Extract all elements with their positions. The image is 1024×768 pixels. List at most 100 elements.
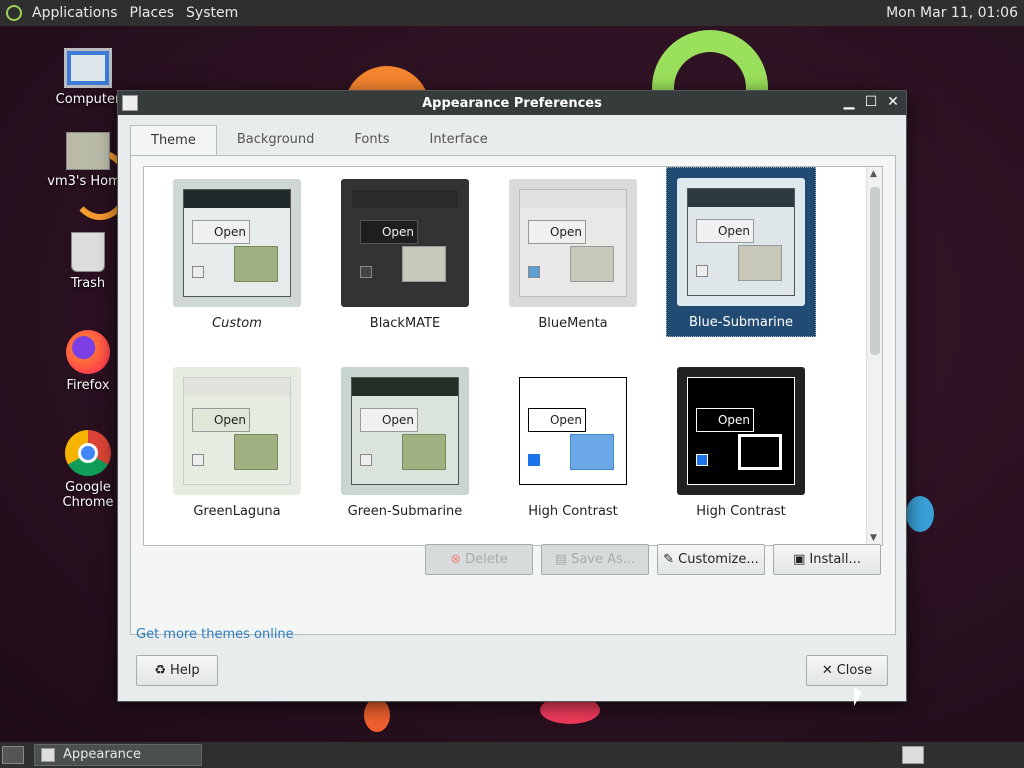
checkbox-icon xyxy=(192,266,204,278)
theme-item-greenlaguna[interactable]: Open GreenLaguna xyxy=(162,357,312,527)
tab-theme[interactable]: Theme xyxy=(130,125,217,156)
desktop-icon-label: Google Chrome xyxy=(62,480,114,510)
theme-label: Blue-Submarine xyxy=(688,315,794,330)
firefox-icon xyxy=(66,330,110,374)
show-desktop-icon[interactable] xyxy=(2,746,24,764)
save-as-label: Save As... xyxy=(571,552,636,567)
theme-preview-titlebar xyxy=(688,189,794,207)
theme-preview-window: Open xyxy=(687,377,795,485)
theme-thumbnail: Open xyxy=(173,179,301,307)
desktop-icon-label: Firefox xyxy=(66,378,110,393)
computer-icon xyxy=(64,48,112,88)
theme-preview-button: Open xyxy=(360,408,418,432)
folder-icon xyxy=(402,246,446,282)
trash-icon xyxy=(71,232,105,272)
mate-logo-icon[interactable] xyxy=(6,5,22,21)
taskbar-item-label: Appearance Prefere... xyxy=(63,747,142,768)
theme-preview-button: Open xyxy=(192,220,250,244)
save-as-button[interactable]: ▤ Save As... xyxy=(541,544,649,575)
get-more-themes-link[interactable]: Get more themes online xyxy=(136,627,294,642)
menu-applications[interactable]: Applications xyxy=(26,5,124,21)
clock[interactable]: Mon Mar 11, 01:06 xyxy=(886,5,1018,21)
theme-preview-window: Open xyxy=(519,377,627,485)
install-button[interactable]: ▣ Install... xyxy=(773,544,881,575)
folder-icon xyxy=(738,245,782,281)
theme-tab-panel: Open Custom Open BlackMATE Open BlueMent… xyxy=(130,155,896,635)
theme-preview-titlebar xyxy=(520,190,626,208)
chrome-icon-center xyxy=(78,443,98,463)
window-titlebar[interactable]: Appearance Preferences ▁ ☐ ✕ xyxy=(118,91,906,115)
appearance-app-icon xyxy=(122,95,138,111)
chrome-icon xyxy=(65,430,111,476)
delete-button[interactable]: ⊗ Delete xyxy=(425,544,533,575)
theme-list-scrollbar[interactable]: ▲ ▼ xyxy=(866,167,882,545)
scroll-down-icon[interactable]: ▼ xyxy=(870,533,877,543)
theme-item-high-contrast[interactable]: Open High Contrast xyxy=(498,357,648,527)
checkbox-icon xyxy=(360,454,372,466)
theme-item-high-contrast-inverse[interactable]: Open High Contrast xyxy=(666,357,816,527)
maximize-icon[interactable]: ☐ xyxy=(862,93,880,111)
theme-preview-titlebar xyxy=(184,190,290,208)
theme-label: Green-Submarine xyxy=(347,504,463,519)
theme-preview-titlebar xyxy=(520,378,626,396)
delete-icon: ⊗ xyxy=(450,552,462,567)
theme-preview-window: Open xyxy=(183,189,291,297)
tab-interface[interactable]: Interface xyxy=(409,125,507,156)
theme-thumbnail: Open xyxy=(341,367,469,495)
home-folder-icon xyxy=(66,132,110,170)
theme-label: GreenLaguna xyxy=(193,504,281,519)
theme-preview-window: Open xyxy=(183,377,291,485)
window-title: Appearance Preferences xyxy=(422,95,602,111)
theme-preview-window: Open xyxy=(519,189,627,297)
install-icon: ▣ xyxy=(793,552,806,567)
theme-label: BlackMATE xyxy=(369,316,441,331)
scrollbar-thumb[interactable] xyxy=(870,187,880,355)
close-icon[interactable]: ✕ xyxy=(884,93,902,111)
help-button[interactable]: ♻ Help xyxy=(136,655,218,686)
theme-preview-button: Open xyxy=(696,219,754,243)
theme-preview-window: Open xyxy=(687,188,795,296)
tab-fonts[interactable]: Fonts xyxy=(334,125,409,156)
theme-item-green-submarine[interactable]: Open Green-Submarine xyxy=(330,357,480,527)
theme-list[interactable]: Open Custom Open BlackMATE Open BlueMent… xyxy=(143,166,883,546)
close-label: Close xyxy=(836,663,873,678)
theme-preview-window: Open xyxy=(351,377,459,485)
taskbar-item-appearance[interactable]: Appearance Prefere... xyxy=(34,744,202,768)
tray-appearance-icon[interactable] xyxy=(902,746,924,764)
customize-button[interactable]: ✎ Customize... xyxy=(657,544,765,575)
customize-label: Customize... xyxy=(678,552,759,567)
scroll-up-icon[interactable]: ▲ xyxy=(870,169,877,179)
appearance-app-icon xyxy=(41,748,55,762)
checkbox-icon xyxy=(192,454,204,466)
theme-item-bluementa[interactable]: Open BlueMenta xyxy=(498,169,648,339)
theme-preview-button: Open xyxy=(528,408,586,432)
folder-icon xyxy=(234,246,278,282)
theme-thumbnail: Open xyxy=(173,367,301,495)
folder-icon xyxy=(570,246,614,282)
folder-icon xyxy=(234,434,278,470)
close-button[interactable]: ✕ Close xyxy=(806,655,888,686)
theme-item-blackmate[interactable]: Open BlackMATE xyxy=(330,169,480,339)
menu-system[interactable]: System xyxy=(180,5,244,21)
theme-preview-button: Open xyxy=(360,220,418,244)
theme-label: High Contrast xyxy=(696,504,786,519)
theme-label: BlueMenta xyxy=(538,316,608,331)
theme-thumbnail: Open xyxy=(509,179,637,307)
theme-thumbnail: Open xyxy=(341,179,469,307)
theme-preview-titlebar xyxy=(352,190,458,208)
theme-item-custom[interactable]: Open Custom xyxy=(162,169,312,339)
minimize-icon[interactable]: ▁ xyxy=(840,93,858,111)
folder-icon xyxy=(570,434,614,470)
tab-bar: Theme Background Fonts Interface xyxy=(130,125,508,156)
wallpaper-blob-red xyxy=(364,698,390,732)
help-label: Help xyxy=(170,663,200,678)
menu-places[interactable]: Places xyxy=(124,5,181,21)
tab-background[interactable]: Background xyxy=(217,125,335,156)
theme-preview-titlebar xyxy=(184,378,290,396)
checkbox-icon xyxy=(360,266,372,278)
folder-icon xyxy=(738,434,782,470)
desktop-icon-label: Computer xyxy=(55,92,121,107)
appearance-preferences-window: Appearance Preferences ▁ ☐ ✕ Theme Backg… xyxy=(117,90,907,702)
mouse-pointer-icon xyxy=(854,688,862,706)
theme-item-blue-submarine[interactable]: Open Blue-Submarine xyxy=(666,167,816,337)
